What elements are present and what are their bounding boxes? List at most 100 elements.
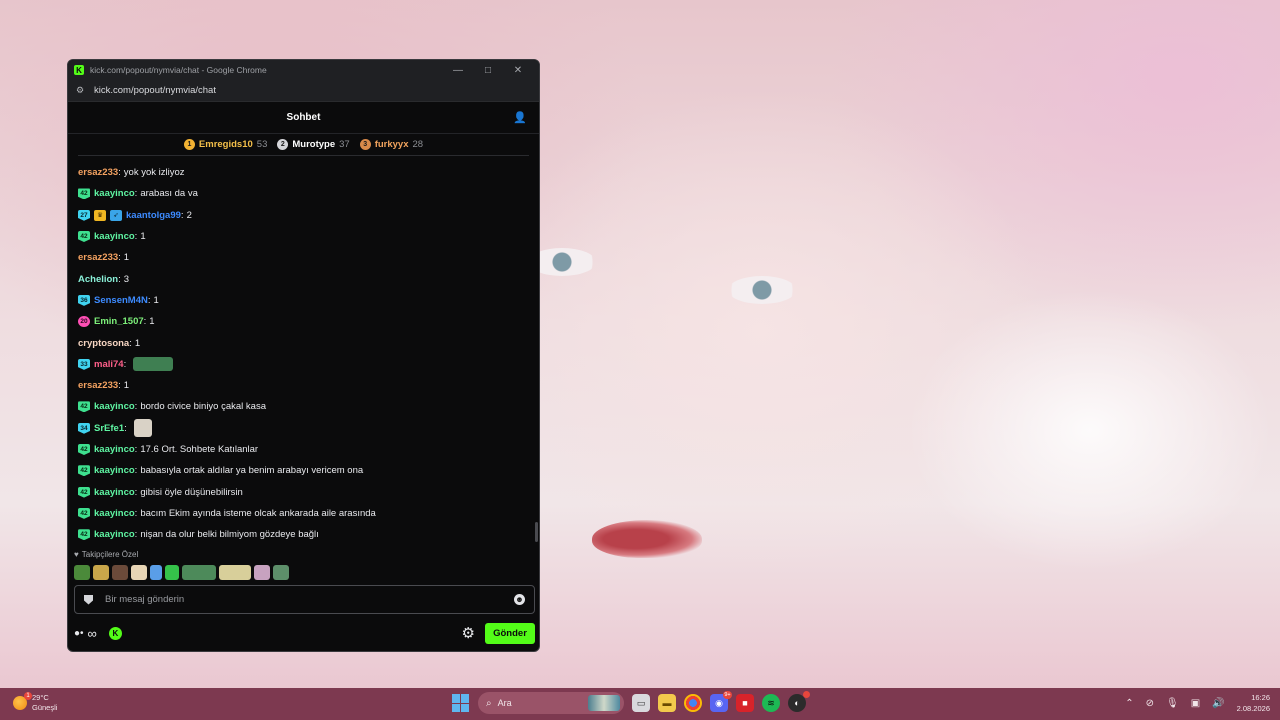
chat-message-text: bacım Ekim ayında isteme olcak ankarada …: [140, 507, 376, 519]
chat-username[interactable]: kaayinco: [94, 444, 135, 455]
chat-message-input[interactable]: [105, 594, 514, 605]
chat-username[interactable]: kaayinco: [94, 465, 135, 476]
chat-username[interactable]: kaayinco: [94, 529, 135, 540]
address-bar[interactable]: ⚙ kick.com/popout/nymvia/chat: [68, 80, 539, 102]
chevron-up-icon[interactable]: ⌃: [1125, 698, 1133, 709]
leaderboard-username: furkyyx: [374, 139, 409, 150]
site-settings-icon[interactable]: ⚙: [76, 85, 86, 96]
subscriber-badge-icon[interactable]: 42: [78, 231, 90, 243]
emote-item[interactable]: [131, 565, 147, 580]
chat-message: 27 ♛ ➶ kaantolga99:2: [78, 205, 530, 226]
colon: :: [134, 188, 138, 200]
leaderboard-entry[interactable]: 1 Emregids10 53: [183, 139, 267, 150]
subscriber-badge-icon[interactable]: 36: [78, 294, 90, 306]
chat-username[interactable]: kaayinco: [94, 401, 135, 412]
subscriber-badge-icon[interactable]: 42: [78, 465, 90, 477]
volume-icon[interactable]: 🔊: [1212, 698, 1224, 709]
subscriber-badge-icon[interactable]: 42: [78, 444, 90, 455]
emote-item[interactable]: [254, 565, 270, 580]
followers-only-label: ♥ Takipçilere Özel: [74, 550, 138, 559]
chat-username[interactable]: ersaz233: [78, 252, 118, 263]
kick-logo-icon[interactable]: K: [108, 626, 122, 640]
taskbar-apps: ⌕ Ara ▭ ▬ ◉ 9+ ■ ≋ ◐: [452, 691, 810, 714]
system-tray: ⌃ ⊘ 🎙 ▣ 🔊 16:26 2.08.2026: [1125, 692, 1270, 714]
emote-item[interactable]: [219, 565, 251, 580]
send-button[interactable]: Gönder: [485, 622, 535, 644]
points-icon[interactable]: ●•: [74, 628, 84, 639]
subscriber-badge-icon[interactable]: 33: [78, 358, 90, 370]
chat-username[interactable]: cryptosona: [78, 338, 129, 349]
chat-message-text: 17.6 Ort. Sohbete Katılanlar: [140, 444, 259, 455]
emote-item[interactable]: [273, 565, 289, 580]
obs-icon[interactable]: ◐: [788, 691, 810, 712]
settings-gear-icon[interactable]: ⚙: [462, 624, 475, 642]
chat-username[interactable]: kaantolga99: [126, 210, 181, 221]
chat-username[interactable]: Emin_1507: [94, 316, 144, 327]
chat-username[interactable]: SrEfe1: [94, 423, 124, 434]
emote-item[interactable]: [93, 565, 109, 580]
minimize-button[interactable]: —: [443, 65, 473, 76]
infinity-icon[interactable]: ∞: [88, 626, 97, 641]
chat-username[interactable]: ersaz233: [78, 380, 118, 391]
subscriber-badge-icon[interactable]: 42: [78, 401, 90, 413]
chat-username[interactable]: Achelion: [78, 274, 118, 285]
clock[interactable]: 16:26 2.08.2026: [1237, 692, 1270, 714]
search-highlight-image: [588, 695, 620, 711]
subscriber-badge-icon[interactable]: 20: [78, 316, 90, 328]
chat-username[interactable]: kaayinco: [94, 487, 135, 498]
chat-message: 33 mali74:: [78, 354, 530, 375]
subscriber-badge-icon[interactable]: 42: [78, 507, 90, 519]
microphone-icon[interactable]: 🎙: [1166, 698, 1179, 709]
leaderboard-entry[interactable]: 3 furkyyx 28: [359, 139, 423, 150]
chat-username[interactable]: mali74: [94, 359, 124, 370]
spotify-icon[interactable]: ≋: [762, 694, 780, 712]
chat-username[interactable]: ersaz233: [78, 167, 118, 178]
subscriber-badge-icon[interactable]: 34: [78, 422, 90, 434]
weather-description: Güneşli: [32, 703, 58, 712]
subscriber-badge-icon[interactable]: 42: [78, 486, 90, 498]
emoji-icon[interactable]: ☻: [514, 594, 525, 605]
emote-item[interactable]: [182, 565, 216, 580]
emote-image[interactable]: [133, 419, 152, 438]
chat-username[interactable]: kaayinco: [94, 231, 135, 242]
wallpaper-lips: [592, 520, 702, 558]
colon: :: [180, 209, 184, 221]
crown-badge-icon[interactable]: ♛: [94, 209, 106, 221]
chat-message: ersaz233:1: [78, 247, 530, 268]
taskbar-search[interactable]: ⌕ Ara: [478, 692, 624, 714]
chat-username[interactable]: kaayinco: [94, 508, 135, 519]
display-icon[interactable]: ▣: [1191, 698, 1200, 709]
red-app-icon[interactable]: ■: [736, 694, 754, 712]
url-text[interactable]: kick.com/popout/nymvia/chat: [94, 85, 216, 96]
leaderboard-entry[interactable]: 2 Murotype 37: [277, 139, 350, 150]
chat-message: 20 Emin_1507:1: [78, 311, 530, 332]
chat-username[interactable]: SensenM4N: [94, 295, 148, 306]
subscriber-badge-icon[interactable]: 42: [78, 188, 90, 200]
search-icon: ⌕: [486, 697, 492, 709]
task-view-icon[interactable]: ▭: [632, 694, 650, 712]
discord-icon[interactable]: ◉ 9+: [710, 691, 732, 712]
emote-image[interactable]: [133, 357, 174, 372]
emote-item[interactable]: [150, 565, 162, 580]
chatters-list-icon[interactable]: 👤: [513, 111, 527, 125]
weather-widget[interactable]: 1 29°C Güneşli: [13, 692, 58, 713]
emote-item[interactable]: [112, 565, 128, 580]
clock-time: 16:26: [1251, 693, 1270, 702]
subscriber-badge-icon[interactable]: 27: [78, 209, 90, 221]
chat-message-text: 1: [134, 337, 141, 349]
chrome-icon[interactable]: [684, 694, 702, 712]
window-titlebar[interactable]: K kick.com/popout/nymvia/chat - Google C…: [68, 60, 539, 80]
wing-badge-icon[interactable]: ➶: [110, 209, 122, 221]
chat-username[interactable]: kaayinco: [94, 188, 135, 199]
hidden-icon[interactable]: ⊘: [1146, 698, 1154, 709]
windows-start-icon[interactable]: [452, 694, 470, 712]
maximize-button[interactable]: □: [473, 65, 503, 76]
chat-scrollbar[interactable]: [535, 522, 538, 542]
chat-message-text: 1: [153, 294, 159, 306]
subscriber-badge-icon[interactable]: 42: [78, 529, 90, 541]
emote-item[interactable]: [74, 565, 90, 580]
close-button[interactable]: ✕: [503, 65, 533, 76]
emote-item[interactable]: [165, 565, 179, 580]
chat-input-box[interactable]: ☻: [74, 585, 535, 614]
file-explorer-icon[interactable]: ▬: [658, 694, 676, 712]
